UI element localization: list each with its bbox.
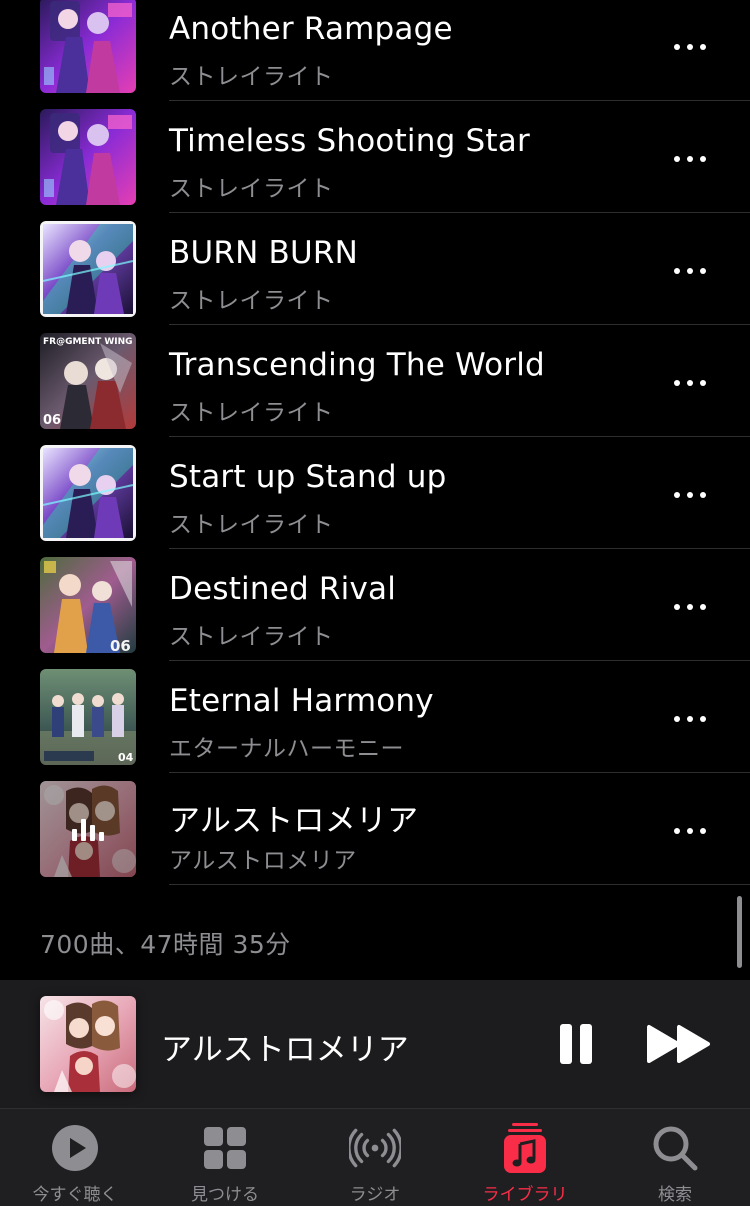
song-row[interactable]: BURN BURN ストレイライト <box>0 213 750 325</box>
song-row[interactable]: 06 Destined Rival ストレイライト <box>0 549 750 661</box>
song-title: BURN BURN <box>169 235 359 271</box>
mini-player[interactable]: アルストロメリア <box>0 980 750 1108</box>
artwork-caption: FR@GMENT WING <box>43 337 133 347</box>
more-options-button[interactable] <box>668 256 712 286</box>
song-artist: エターナルハーモニー <box>169 736 404 762</box>
song-artist: ストレイライト <box>169 288 334 314</box>
song-title: Transcending The World <box>169 347 545 383</box>
more-options-button[interactable] <box>668 144 712 174</box>
tab-label: 検索 <box>658 1185 692 1205</box>
tab-radio[interactable]: ラジオ <box>300 1109 450 1206</box>
more-options-button[interactable] <box>668 704 712 734</box>
tab-library[interactable]: ライブラリ <box>450 1109 600 1206</box>
song-row-now-playing[interactable]: アルストロメリア アルストロメリア <box>0 773 750 885</box>
mini-player-artwork[interactable] <box>40 996 136 1092</box>
now-playing-indicator-icon <box>40 781 136 877</box>
tab-browse[interactable]: 見つける <box>150 1109 300 1206</box>
radio-broadcast-icon <box>349 1122 401 1174</box>
artwork-number: 06 <box>110 637 131 653</box>
more-options-button[interactable] <box>668 480 712 510</box>
tab-label: 見つける <box>191 1185 259 1205</box>
song-artist: ストレイライト <box>169 176 334 202</box>
song-row[interactable]: Another Rampage ストレイライト <box>0 0 750 101</box>
scroll-indicator[interactable] <box>737 896 742 968</box>
mini-player-title[interactable]: アルストロメリア <box>161 1024 409 1069</box>
grid-icon <box>199 1122 251 1174</box>
song-artist: ストレイライト <box>169 400 334 426</box>
more-options-button[interactable] <box>668 368 712 398</box>
tab-label: ライブラリ <box>482 1185 568 1205</box>
song-title: Eternal Harmony <box>169 683 434 719</box>
album-artwork <box>40 221 136 317</box>
tab-search[interactable]: 検索 <box>600 1109 750 1206</box>
song-row[interactable]: Timeless Shooting Star ストレイライト <box>0 101 750 213</box>
music-library-screen: Another Rampage ストレイライト Timeless Shootin… <box>0 0 750 1206</box>
song-row[interactable]: 04 Eternal Harmony エターナルハーモニー <box>0 661 750 773</box>
song-title: Another Rampage <box>169 11 453 47</box>
next-track-button[interactable] <box>646 1024 712 1064</box>
tab-bar: 今すぐ聴く 見つける ラジオ ライブラリ 検索 <box>0 1108 750 1206</box>
song-title: Timeless Shooting Star <box>169 123 530 159</box>
pause-button[interactable] <box>556 1024 598 1064</box>
album-artwork <box>40 781 136 877</box>
fast-forward-icon <box>647 1025 710 1063</box>
song-title: Start up Stand up <box>169 459 447 495</box>
song-title: Destined Rival <box>169 571 397 607</box>
song-artist: ストレイライト <box>169 64 334 90</box>
song-artist: アルストロメリア <box>169 848 357 874</box>
album-artwork: 06 <box>40 557 136 653</box>
song-row[interactable]: Start up Stand up ストレイライト <box>0 437 750 549</box>
tab-listen-now[interactable]: 今すぐ聴く <box>0 1109 150 1206</box>
song-artist: ストレイライト <box>169 512 334 538</box>
song-title: アルストロメリア <box>169 803 419 839</box>
tab-label: 今すぐ聴く <box>32 1185 118 1205</box>
more-options-button[interactable] <box>668 32 712 62</box>
artwork-number: 06 <box>43 413 61 428</box>
song-artist: ストレイライト <box>169 624 334 650</box>
row-separator <box>169 884 750 885</box>
album-artwork: 04 <box>40 669 136 765</box>
album-artwork: FR@GMENT WING 06 <box>40 333 136 429</box>
music-library-icon <box>499 1122 551 1174</box>
more-options-button[interactable] <box>668 816 712 846</box>
album-artwork <box>40 0 136 93</box>
play-circle-icon <box>49 1122 101 1174</box>
library-summary: 700曲、47時間 35分 <box>40 930 291 959</box>
album-artwork <box>40 109 136 205</box>
song-row[interactable]: FR@GMENT WING 06 Transcending The World … <box>0 325 750 437</box>
more-options-button[interactable] <box>668 592 712 622</box>
search-icon <box>649 1122 701 1174</box>
artwork-number: 04 <box>118 751 134 764</box>
tab-label: ラジオ <box>349 1185 401 1205</box>
album-artwork <box>40 445 136 541</box>
